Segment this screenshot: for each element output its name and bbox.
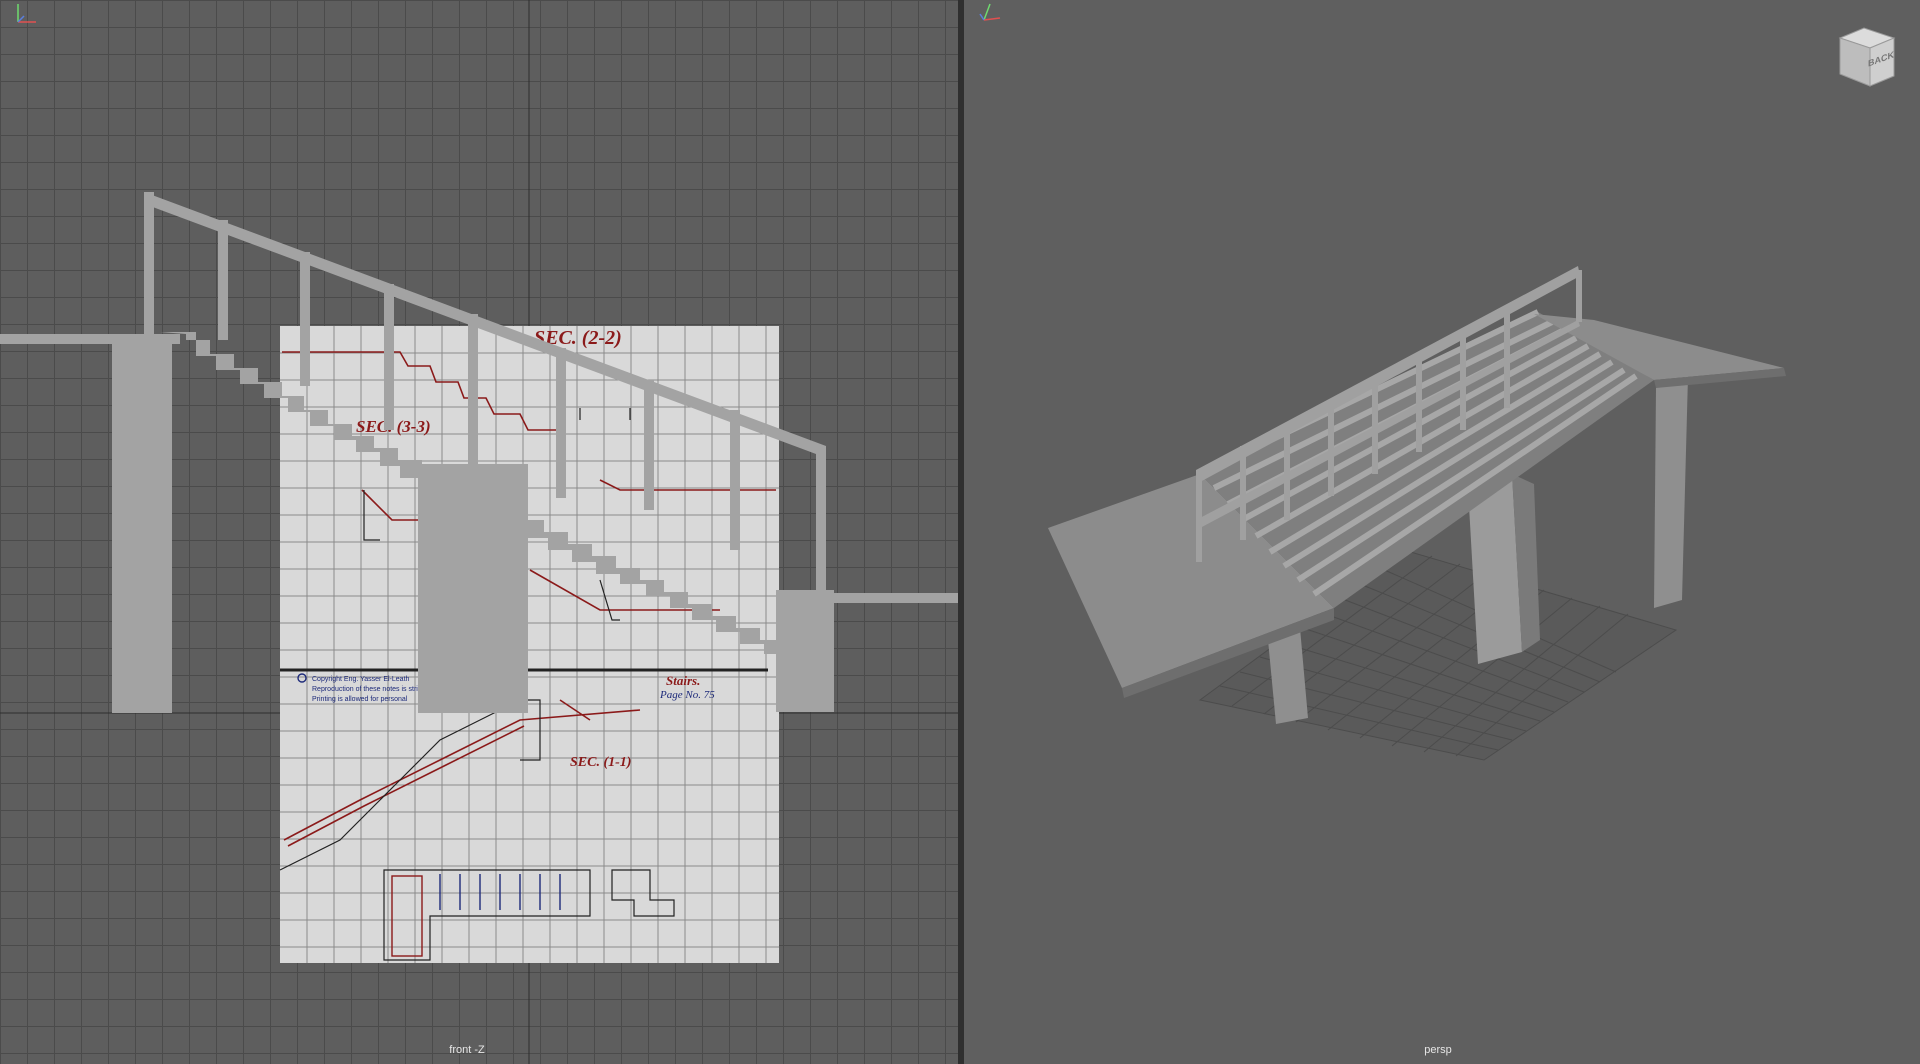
stairs-label: Stairs. xyxy=(666,673,700,688)
page-number-label: Page No. 75 xyxy=(659,689,715,701)
persp-scene xyxy=(1048,266,1786,761)
printing-text: Printing is allowed for personal xyxy=(312,696,408,703)
copyright-text: Copyright Eng. Yasser El-Leath xyxy=(312,676,410,683)
viewport-label-front: front -Z xyxy=(449,1044,485,1056)
axis-gizmo-persp xyxy=(979,3,1001,21)
view-cube[interactable]: BACK xyxy=(1834,24,1900,94)
persp-viewport[interactable]: BACK persp xyxy=(964,0,1920,1064)
reference-drawing: SEC. (2-2) SEC. (3-3) SEC. (1-1) Stairs.… xyxy=(279,326,779,963)
front-scene: SEC. (2-2) SEC. (3-3) SEC. (1-1) Stairs.… xyxy=(0,0,958,1064)
viewport-label-persp: persp xyxy=(1424,1044,1452,1056)
front-viewport[interactable]: SEC. (2-2) SEC. (3-3) SEC. (1-1) Stairs.… xyxy=(0,0,958,1064)
axis-gizmo-front xyxy=(17,4,36,23)
sec-1-1-label: SEC. (1-1) xyxy=(570,755,631,770)
